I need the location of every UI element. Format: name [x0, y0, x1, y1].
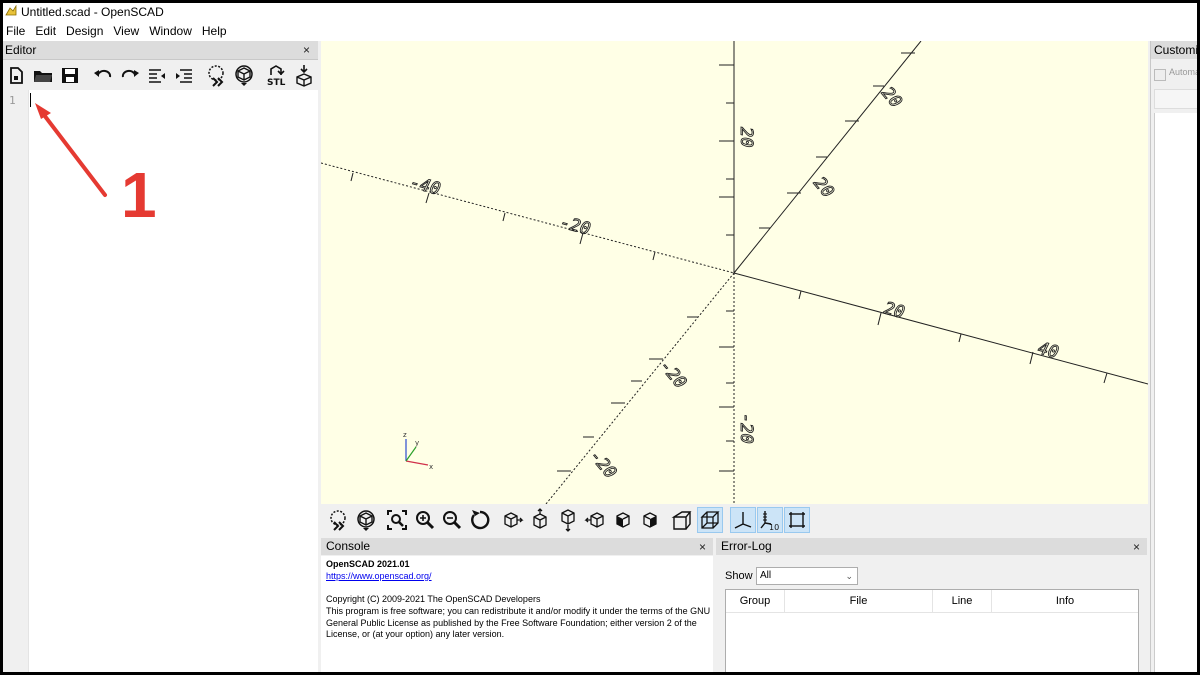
window-title: Untitled.scad - OpenSCAD	[21, 5, 164, 19]
chevron-down-icon: ⌄	[845, 571, 853, 581]
gizmo-z-label: z	[403, 431, 407, 439]
x-axis-positive	[733, 272, 1148, 385]
menu-edit[interactable]: Edit	[30, 21, 61, 41]
front-view-icon[interactable]	[611, 508, 635, 532]
customizer-header: Customiz	[1151, 41, 1197, 59]
show-filter-select[interactable]: All ⌄	[756, 567, 858, 585]
console-version: OpenSCAD 2021.01	[326, 559, 410, 569]
indent-icon[interactable]	[172, 63, 196, 87]
render-icon[interactable]	[232, 63, 256, 87]
x-axis-negative	[321, 162, 735, 274]
menu-file[interactable]: File	[3, 21, 30, 41]
right-view-icon[interactable]	[501, 508, 525, 532]
console-copyright: Copyright (C) 2009-2021 The OpenSCAD Dev…	[326, 594, 541, 604]
z-axis-ticks	[719, 64, 734, 472]
perspective-icon[interactable]	[670, 508, 694, 532]
customizer-title: Customiz	[1154, 43, 1197, 57]
y-axis-label-20: 20	[809, 173, 837, 202]
scale-label: 10	[769, 523, 779, 532]
y-axis-negative	[545, 272, 735, 504]
menu-help[interactable]: Help	[197, 21, 232, 41]
error-log-table[interactable]: Group File Line Info	[725, 589, 1139, 672]
title-bar: Untitled.scad - OpenSCAD	[3, 3, 1197, 21]
customizer-preset-select[interactable]	[1154, 89, 1197, 109]
preview-icon[interactable]	[205, 63, 229, 87]
gizmo-x-label: x	[429, 463, 433, 471]
x-axis-label-neg20: -20	[558, 213, 593, 240]
zoom-in-icon[interactable]	[413, 508, 437, 532]
3d-viewport[interactable]: -40 -20 20 40 20 -20 20 -20 -20 20 z y x	[321, 41, 1148, 504]
y-axis-label-neg20: -20	[655, 356, 690, 392]
axes-gizmo: z y x	[403, 431, 433, 471]
openscad-logo-icon	[5, 5, 17, 16]
editor-title: Editor	[5, 43, 37, 57]
gizmo-y-label: y	[415, 439, 419, 447]
unindent-icon[interactable]	[145, 63, 169, 87]
error-log-title: Error-Log	[721, 539, 772, 553]
y-axis-label-40: 20	[877, 83, 905, 112]
x-axis-label-neg40: -40	[408, 173, 443, 200]
send-to-print-icon[interactable]	[292, 63, 316, 87]
console-license: This program is free software; you can r…	[326, 606, 711, 639]
render-icon[interactable]	[354, 508, 378, 532]
view-all-icon[interactable]	[385, 508, 409, 532]
console-title: Console	[326, 539, 371, 553]
reset-view-icon[interactable]	[468, 508, 492, 532]
line-number-gutter: 1	[3, 90, 29, 672]
openscad-window: Untitled.scad - OpenSCAD File Edit Design V…	[3, 3, 1197, 672]
menu-bar: File Edit Design View Window Help	[3, 21, 1197, 41]
undo-icon[interactable]	[91, 63, 115, 87]
preview-icon[interactable]	[326, 508, 350, 532]
line-number: 1	[9, 94, 16, 107]
axes-canvas: -40 -20 20 40 20 -20 20 -20 -20 20 z y x	[321, 41, 1148, 504]
console-header: Console ×	[321, 538, 713, 555]
export-stl-icon[interactable]: STL	[265, 63, 289, 88]
editor-header: Editor ×	[3, 41, 318, 60]
x-axis-label-20: 20	[882, 299, 907, 324]
z-axis-label-neg20: -20	[736, 413, 756, 444]
top-view-icon[interactable]	[528, 508, 552, 532]
column-header-info[interactable]: Info	[992, 590, 1138, 613]
left-view-icon[interactable]	[583, 508, 607, 532]
column-header-file[interactable]: File	[785, 590, 933, 613]
show-axes-icon[interactable]	[730, 507, 756, 533]
zoom-out-icon[interactable]	[440, 508, 464, 532]
menu-design[interactable]: Design	[61, 21, 108, 41]
menu-view[interactable]: View	[108, 21, 144, 41]
console-close-icon[interactable]: ×	[699, 540, 706, 554]
annotation-number: 1	[121, 159, 157, 231]
console-link[interactable]: https://www.openscad.org/	[326, 571, 432, 583]
redo-icon[interactable]	[118, 63, 142, 87]
z-axis-label-20: 20	[736, 127, 756, 147]
error-log-header: Error-Log ×	[716, 538, 1147, 555]
annotation-arrow	[35, 103, 107, 197]
show-filter-value: All	[760, 570, 772, 581]
menu-window[interactable]: Window	[144, 21, 197, 41]
stl-label: STL	[267, 78, 286, 87]
editor-toolbar: STL	[3, 60, 318, 90]
console-output[interactable]: OpenSCAD 2021.01 https://www.openscad.or…	[321, 556, 713, 672]
column-header-line[interactable]: Line	[933, 590, 992, 613]
show-scale-markers-icon[interactable]: 10	[757, 507, 783, 533]
save-icon[interactable]	[58, 63, 82, 87]
bottom-view-icon[interactable]	[556, 508, 580, 532]
error-log-panel: Show All ⌄ Group File Line Info	[716, 556, 1147, 672]
show-filter-label: Show	[725, 570, 753, 582]
editor-close-icon[interactable]: ×	[303, 43, 310, 57]
back-view-icon[interactable]	[638, 508, 662, 532]
view-toolbar: 10	[321, 504, 1148, 536]
y-axis-label-neg40: -20	[585, 446, 620, 482]
customizer-panel: Customiz Automa	[1150, 41, 1197, 672]
error-log-close-icon[interactable]: ×	[1133, 540, 1140, 554]
x-axis-ticks	[350, 172, 1108, 384]
column-header-group[interactable]: Group	[726, 590, 785, 613]
customizer-parameters[interactable]	[1154, 113, 1197, 672]
orthogonal-icon[interactable]	[697, 507, 723, 533]
y-axis-positive	[733, 41, 922, 274]
new-file-icon[interactable]	[4, 63, 28, 87]
automatic-preview-label: Automa	[1169, 67, 1197, 77]
show-edges-icon[interactable]	[784, 507, 810, 533]
open-folder-icon[interactable]	[31, 63, 55, 87]
automatic-preview-checkbox[interactable]	[1154, 69, 1166, 81]
